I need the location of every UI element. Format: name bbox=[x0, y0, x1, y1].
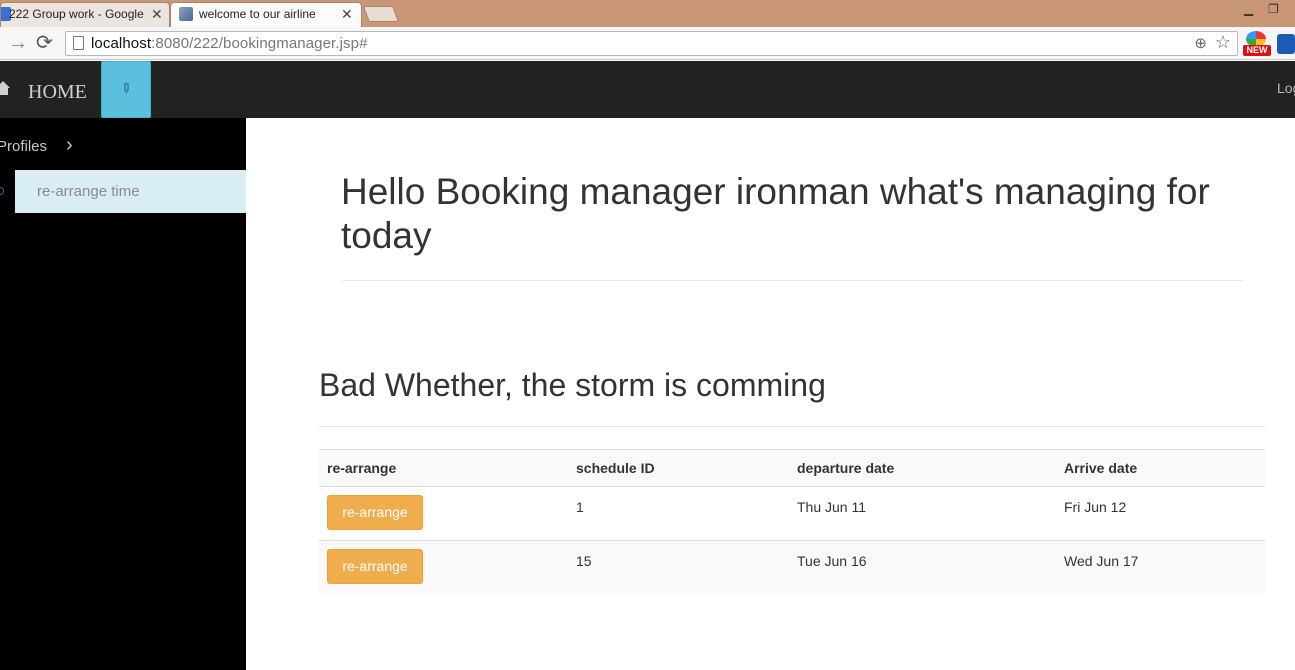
column-header: re-arrange bbox=[327, 460, 397, 476]
schedule-id-cell: 15 bbox=[576, 553, 592, 569]
extension-new-icon[interactable]: NEW bbox=[1243, 31, 1271, 57]
browser-tabstrip: 222 Group work - Google D ✕ welcome to o… bbox=[0, 0, 1295, 28]
column-header: schedule ID bbox=[576, 460, 655, 476]
column-header: departure date bbox=[797, 460, 895, 476]
table-row: re-arrange 1 Thu Jun 11 Fri Jun 12 bbox=[319, 487, 1265, 540]
minimize-icon[interactable]: ▁ bbox=[1244, 2, 1253, 16]
divider bbox=[319, 426, 1265, 427]
arrive-date-cell: Wed Jun 17 bbox=[1064, 553, 1139, 569]
schedule-id-cell: 1 bbox=[576, 499, 584, 515]
sidebar: Profiles › re-arrange time bbox=[0, 118, 246, 670]
departure-date-cell: Tue Jun 16 bbox=[797, 553, 867, 569]
table-row: re-arrange 15 Tue Jun 16 Wed Jun 17 bbox=[319, 540, 1265, 593]
forward-arrow-icon[interactable]: → bbox=[8, 31, 28, 55]
column-header: Arrive date bbox=[1064, 460, 1138, 476]
sidebar-item-rearrange-time[interactable]: re-arrange time bbox=[15, 170, 246, 213]
zoom-icon[interactable]: ⊕ bbox=[1194, 34, 1207, 52]
new-tab-button[interactable] bbox=[363, 6, 399, 22]
tab-close-icon[interactable]: ✕ bbox=[151, 3, 163, 25]
departure-date-cell: Thu Jun 11 bbox=[797, 499, 867, 515]
sidebar-section-profiles[interactable]: Profiles bbox=[0, 138, 47, 155]
logout-link[interactable]: Log bbox=[1277, 80, 1295, 96]
rearrange-button[interactable]: re-arrange bbox=[327, 495, 423, 530]
browser-toolbar: → ⟳ localhost:8080/222/bookingmanager.js… bbox=[0, 27, 1295, 60]
airline-favicon-icon bbox=[179, 7, 193, 21]
extension-badge: NEW bbox=[1243, 45, 1271, 56]
section-title: Bad Whether, the storm is comming bbox=[319, 367, 826, 403]
address-bar[interactable]: localhost:8080/222/bookingmanager.jsp# ⊕… bbox=[65, 31, 1238, 56]
page-icon bbox=[73, 36, 84, 50]
arrive-date-cell: Fri Jun 12 bbox=[1064, 499, 1127, 515]
divider bbox=[342, 280, 1243, 281]
rearrange-button[interactable]: re-arrange bbox=[327, 549, 423, 584]
extension-blue-icon[interactable] bbox=[1277, 34, 1295, 54]
pin-button[interactable]: ✎ bbox=[101, 61, 151, 118]
pin-icon: ✎ bbox=[116, 78, 137, 98]
tab-airline[interactable]: welcome to our airline ✕ bbox=[170, 2, 362, 28]
chevron-right-icon[interactable]: › bbox=[66, 134, 73, 157]
tab-group-work[interactable]: 222 Group work - Google D ✕ bbox=[0, 2, 170, 27]
url-text: localhost:8080/222/bookingmanager.jsp# bbox=[91, 35, 368, 52]
page-title: Hello Booking manager ironman what's man… bbox=[341, 171, 1210, 256]
top-navbar: HOME ✎ Log bbox=[0, 61, 1295, 118]
tab-close-icon[interactable]: ✕ bbox=[341, 3, 353, 25]
sidebar-item-label: re-arrange time bbox=[37, 183, 140, 200]
restore-icon[interactable]: ❐ bbox=[1268, 2, 1279, 16]
table-header-row: re-arrange schedule ID departure date Ar… bbox=[319, 449, 1265, 487]
home-link[interactable]: HOME bbox=[28, 81, 87, 104]
tab-title: 222 Group work - Google D bbox=[9, 7, 144, 21]
tab-title: welcome to our airline bbox=[199, 7, 316, 21]
home-icon[interactable] bbox=[0, 81, 10, 95]
reload-icon[interactable]: ⟳ bbox=[36, 31, 53, 55]
bullet-icon bbox=[0, 187, 4, 195]
bookmark-star-icon[interactable]: ☆ bbox=[1215, 32, 1231, 53]
